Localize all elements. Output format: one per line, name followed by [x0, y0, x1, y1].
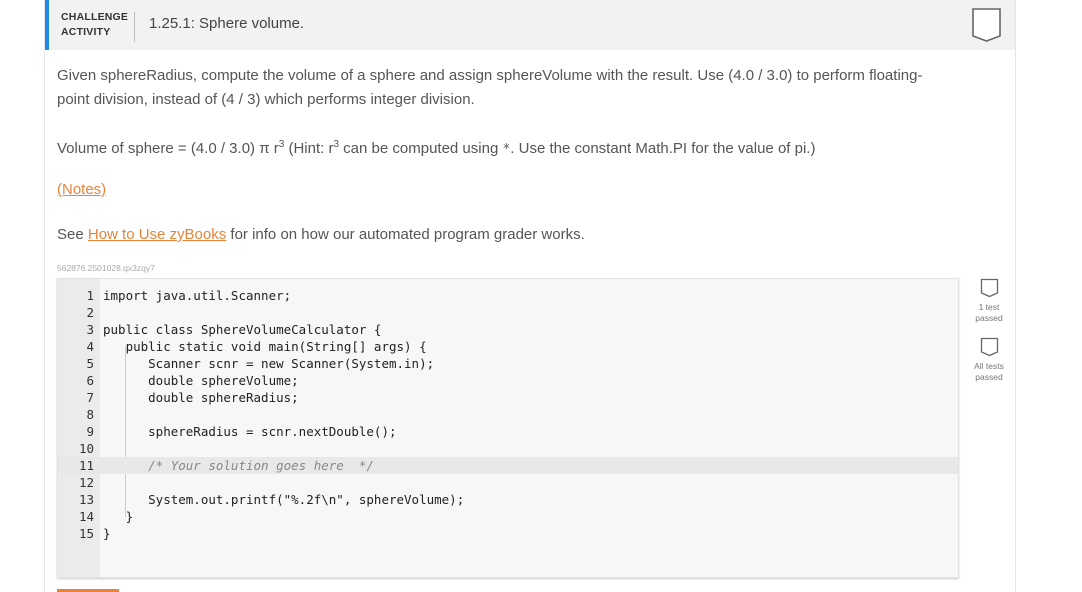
- line-number: 8: [86, 407, 94, 422]
- code-text[interactable]: Scanner scnr = new Scanner(System.in);: [103, 355, 434, 372]
- line-number: 13: [78, 492, 94, 507]
- code-text[interactable]: sphereRadius = scnr.nextDouble();: [103, 423, 396, 440]
- line-number: 2: [86, 305, 94, 320]
- challenge-card: CHALLENGE ACTIVITY 1.25.1: Sphere volume…: [44, 0, 1016, 592]
- code-line[interactable]: 8: [58, 406, 958, 423]
- code-line[interactable]: 2: [58, 304, 958, 321]
- line-number: 15: [78, 526, 94, 541]
- formula-line: Volume of sphere = (4.0 / 3.0) π r3 (Hin…: [57, 139, 816, 157]
- code-line[interactable]: 3 public class SphereVolumeCalculator {: [58, 321, 958, 338]
- code-text[interactable]: public class SphereVolumeCalculator {: [103, 321, 381, 338]
- code-line[interactable]: 10: [58, 440, 958, 457]
- challenge-activity-label: CHALLENGE ACTIVITY: [61, 11, 129, 38]
- code-line[interactable]: 6 double sphereVolume;: [58, 372, 958, 389]
- code-text[interactable]: }: [103, 525, 111, 542]
- line-number: 5: [86, 356, 94, 371]
- zybooks-help-line: See How to Use zyBooks for info on how o…: [57, 226, 585, 243]
- code-text[interactable]: double sphereVolume;: [103, 372, 299, 389]
- how-to-use-zybooks-link[interactable]: How to Use zyBooks: [88, 226, 226, 243]
- test-check-icon: [980, 278, 998, 298]
- line-number: 11: [78, 458, 94, 473]
- code-line[interactable]: 11 /* Your solution goes here */: [58, 457, 958, 474]
- line-number: 12: [78, 475, 94, 490]
- code-text[interactable]: public static void main(String[] args) {: [103, 338, 427, 355]
- code-text[interactable]: import java.util.Scanner;: [103, 287, 291, 304]
- line-number: 3: [86, 322, 94, 337]
- completion-checkbox-icon: [972, 8, 1001, 42]
- code-id: 562876.2501028.qx3zqy7: [57, 263, 155, 273]
- code-line[interactable]: 7 double sphereRadius;: [58, 389, 958, 406]
- code-line[interactable]: 5 Scanner scnr = new Scanner(System.in);: [58, 355, 958, 372]
- line-number: 9: [86, 424, 94, 439]
- test-check-icon: [980, 337, 998, 357]
- header-accent-bar: [45, 0, 49, 50]
- test-status-1: 1 test passed: [966, 278, 1012, 324]
- instruction-line-1: Given sphereRadius, compute the volume o…: [57, 67, 923, 84]
- line-number: 1: [86, 288, 94, 303]
- code-line[interactable]: 15}: [58, 525, 958, 542]
- test-status-all: All tests passed: [966, 337, 1012, 383]
- line-number: 6: [86, 373, 94, 388]
- code-text[interactable]: System.out.printf("%.2f\n", sphereVolume…: [103, 491, 464, 508]
- code-text[interactable]: /* Your solution goes here */: [103, 457, 374, 474]
- code-text[interactable]: }: [103, 508, 134, 525]
- code-line[interactable]: 9 sphereRadius = scnr.nextDouble();: [58, 423, 958, 440]
- code-line[interactable]: 14 }: [58, 508, 958, 525]
- line-number: 10: [78, 441, 94, 456]
- line-number: 4: [86, 339, 94, 354]
- instruction-line-2: point division, instead of (4 / 3) which…: [57, 91, 475, 108]
- line-number: 7: [86, 390, 94, 405]
- code-line[interactable]: 1 import java.util.Scanner;: [58, 287, 958, 304]
- code-line[interactable]: 12: [58, 474, 958, 491]
- code-line[interactable]: 13 System.out.printf("%.2f\n", sphereVol…: [58, 491, 958, 508]
- challenge-header: CHALLENGE ACTIVITY 1.25.1: Sphere volume…: [45, 0, 1015, 50]
- header-divider: [134, 12, 135, 42]
- notes-link[interactable]: (Notes): [57, 178, 106, 202]
- code-text[interactable]: double sphereRadius;: [103, 389, 299, 406]
- challenge-title: 1.25.1: Sphere volume.: [149, 15, 305, 32]
- code-line[interactable]: 4 public static void main(String[] args)…: [58, 338, 958, 355]
- line-number: 14: [78, 509, 94, 524]
- code-editor[interactable]: 1 import java.util.Scanner; 2 3 public class…: [57, 278, 959, 578]
